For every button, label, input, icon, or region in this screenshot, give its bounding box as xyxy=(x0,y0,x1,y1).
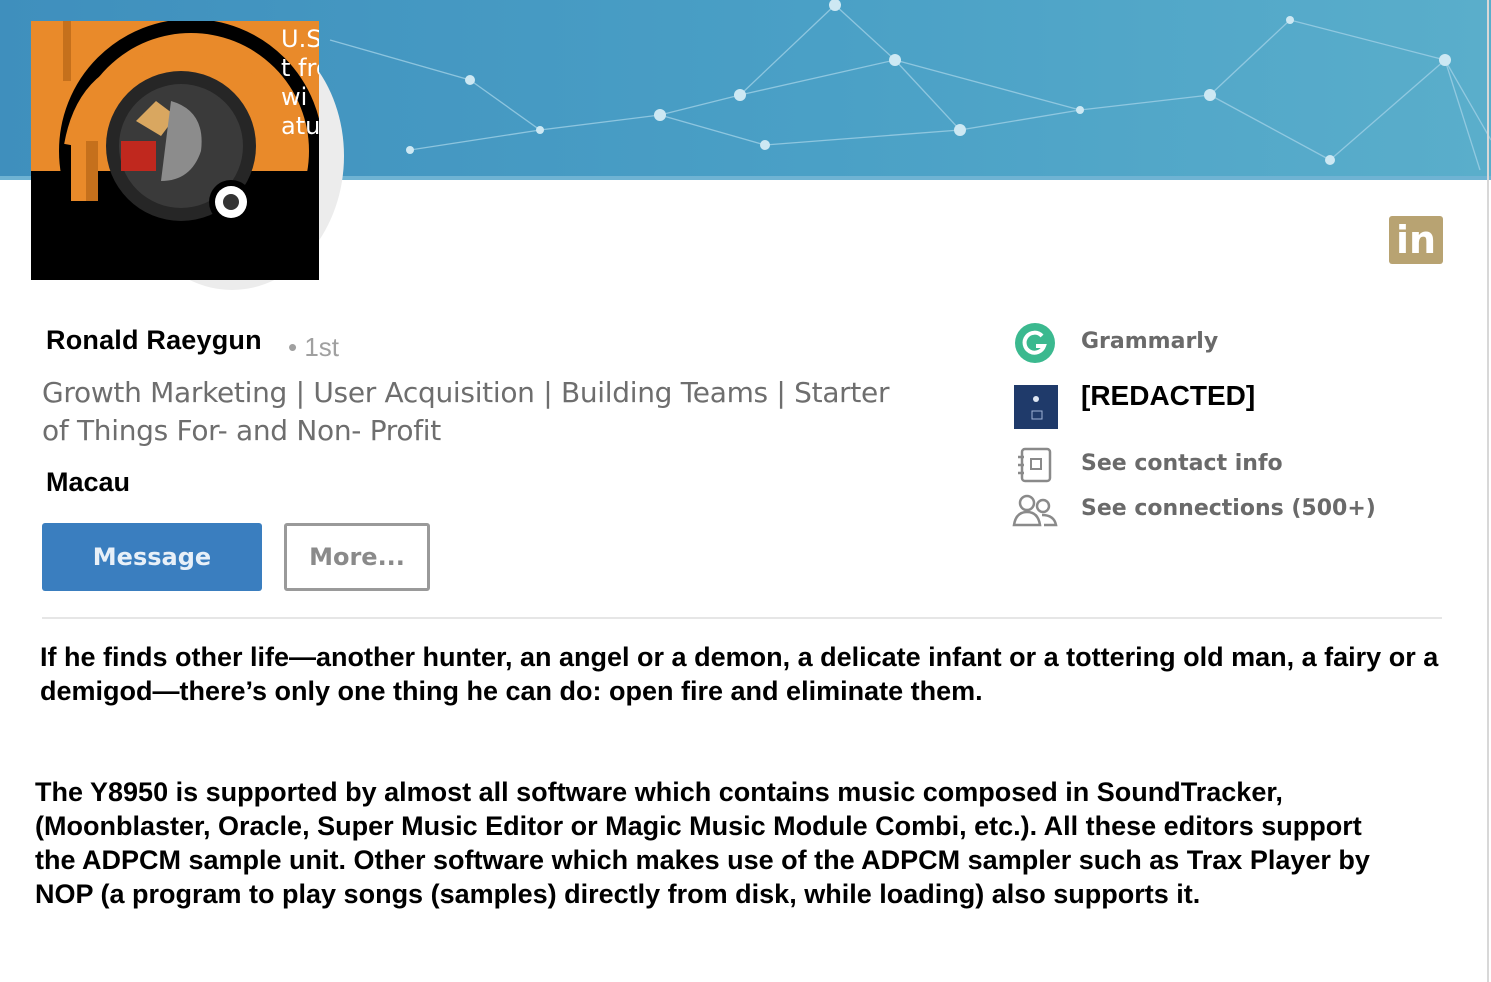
profile-photo[interactable]: U.S. ( t fron wi atu xyxy=(31,21,319,280)
connection-degree: • 1st xyxy=(288,332,340,362)
company-name: Grammarly xyxy=(1081,329,1219,354)
linkedin-icon[interactable]: in xyxy=(1389,216,1443,264)
school-name: [REDACTED] xyxy=(1081,380,1256,411)
card-border xyxy=(1487,0,1489,982)
photo-caption: U.S. ( t fron wi atu xyxy=(281,25,319,140)
profile-headline: Growth Marketing | User Acquisition | Bu… xyxy=(42,376,890,447)
connections-link[interactable]: See connections (500+) xyxy=(1081,496,1376,521)
paragraph-2: The Y8950 is supported by almost all sof… xyxy=(35,777,1370,909)
contact-info-link[interactable]: See contact info xyxy=(1081,451,1283,476)
message-button[interactable]: Message xyxy=(42,523,262,591)
contact-card-icon xyxy=(1018,447,1052,483)
profile-name: Ronald Raeygun xyxy=(46,325,262,355)
grammarly-icon xyxy=(1015,323,1055,363)
profile-location: Macau xyxy=(46,467,131,497)
connections-icon xyxy=(1012,494,1058,527)
section-divider xyxy=(42,617,1442,619)
paragraph-1: If he finds other life—another hunter, a… xyxy=(40,642,1439,706)
school-icon xyxy=(1014,385,1058,429)
more-button[interactable]: More... xyxy=(284,523,430,591)
profile-photo-art xyxy=(31,21,319,280)
camera-icon[interactable] xyxy=(209,180,253,224)
